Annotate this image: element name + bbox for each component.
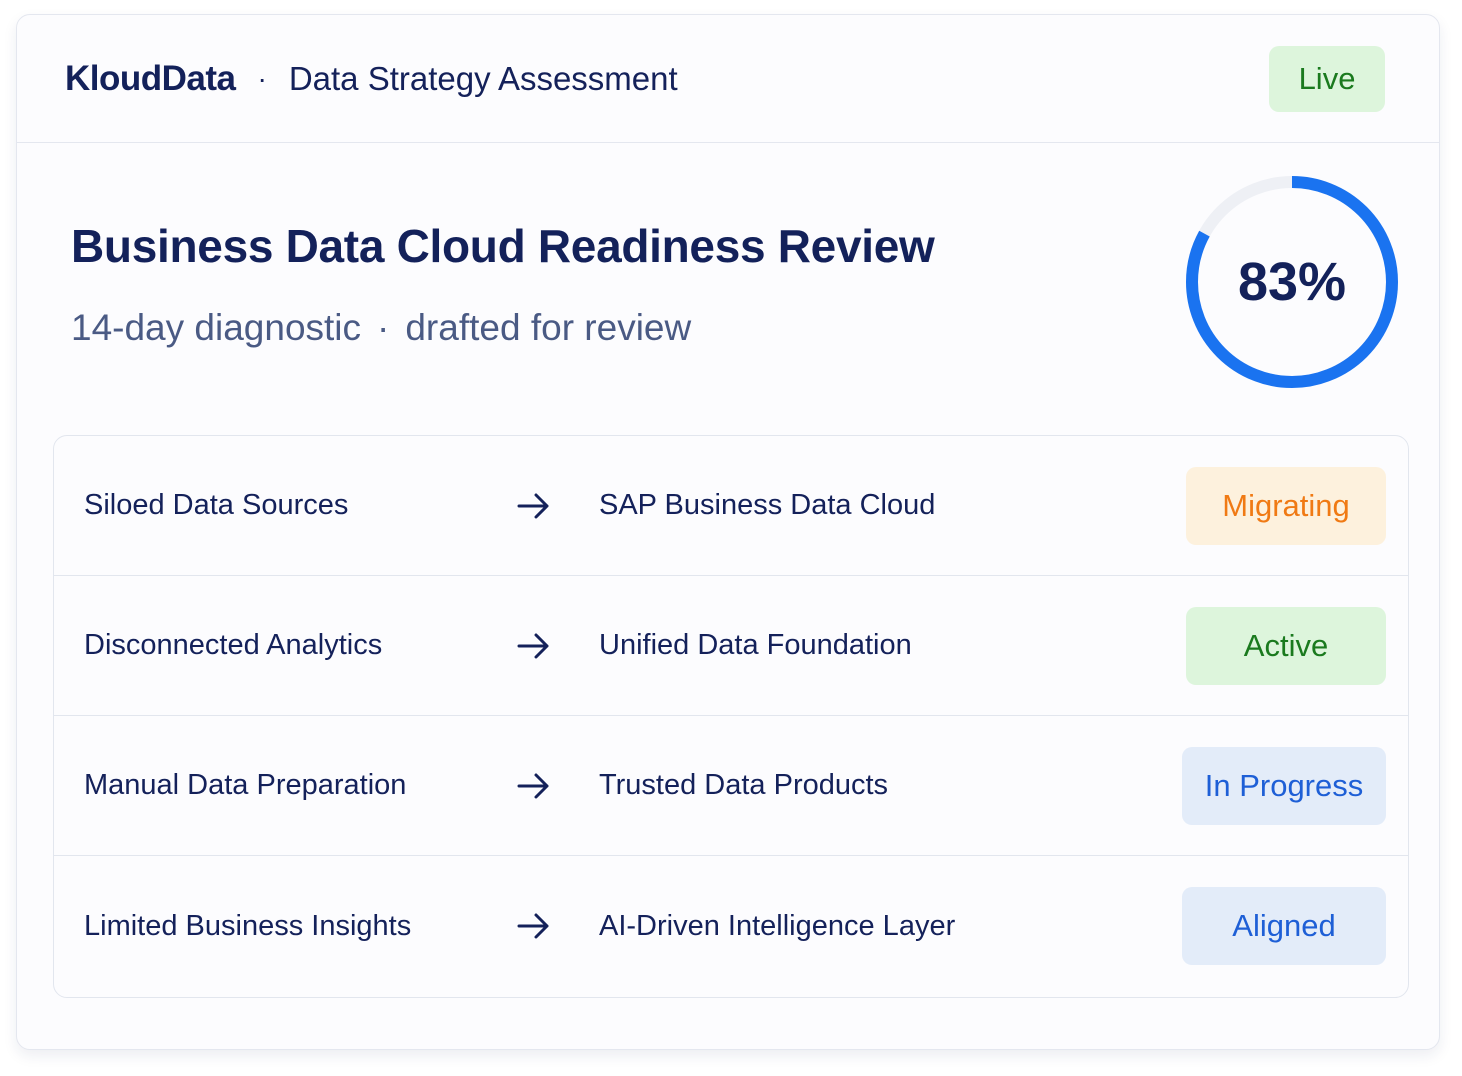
assessment-card: KloudData · Data Strategy Assessment Liv…	[16, 14, 1440, 1050]
card-header: KloudData · Data Strategy Assessment Liv…	[17, 15, 1439, 143]
table-row: Limited Business Insights AI-Driven Inte…	[54, 856, 1408, 996]
arrow-right-icon	[517, 493, 549, 518]
brand-name: KloudData	[65, 58, 236, 98]
subtitle-separator: ·	[377, 307, 390, 348]
transformation-table: Siloed Data Sources SAP Business Data Cl…	[53, 435, 1409, 998]
readiness-score-gauge: 83%	[1181, 171, 1403, 393]
status-badge-aligned: Aligned	[1182, 887, 1386, 965]
current-state-label: Manual Data Preparation	[84, 769, 407, 801]
target-state-label: Unified Data Foundation	[599, 629, 912, 661]
current-state-label: Disconnected Analytics	[84, 629, 383, 661]
live-status-badge: Live	[1269, 45, 1385, 112]
section-title: Data Strategy Assessment	[288, 59, 678, 97]
score-value: 83%	[1237, 252, 1347, 312]
table-row: Siloed Data Sources SAP Business Data Cl…	[54, 436, 1408, 576]
table-row: Manual Data Preparation Trusted Data Pro…	[54, 716, 1408, 856]
current-state-label: Limited Business Insights	[84, 909, 412, 942]
status-badge-active: Active	[1186, 606, 1386, 685]
arrow-right-icon	[517, 773, 549, 798]
header-separator: ·	[257, 62, 267, 94]
target-state-label: SAP Business Data Cloud	[599, 489, 936, 521]
current-state-label: Siloed Data Sources	[84, 489, 349, 521]
page-title: Business Data Cloud Readiness Review	[71, 220, 935, 272]
status-badge-migrating: Migrating	[1186, 466, 1386, 545]
table-row: Disconnected Analytics Unified Data Foun…	[54, 576, 1408, 716]
subtitle-state: drafted for review	[405, 307, 692, 348]
arrow-right-icon	[517, 633, 549, 658]
status-badge-in-progress: In Progress	[1182, 746, 1386, 825]
arrow-right-icon	[517, 913, 549, 939]
subtitle-duration: 14-day diagnostic	[71, 307, 362, 348]
target-state-label: AI-Driven Intelligence Layer	[599, 909, 956, 942]
target-state-label: Trusted Data Products	[599, 769, 889, 801]
page-subtitle: 14-day diagnostic · drafted for review	[71, 307, 691, 349]
